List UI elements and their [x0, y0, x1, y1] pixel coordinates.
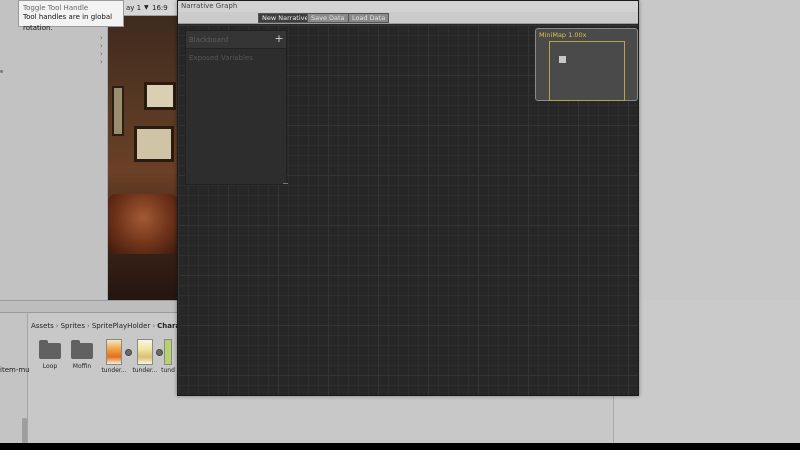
- tooltip: Toggle Tool Handle Rotation Tool handles…: [18, 0, 124, 32]
- sprite-thumbnail-icon: [137, 339, 153, 365]
- scene-certificate-frame: [144, 82, 176, 110]
- minimap[interactable]: MiniMap 1.00x: [535, 28, 638, 101]
- sprite-thumbnail-icon: [164, 339, 172, 365]
- minimap-label: MiniMap 1.00x: [539, 31, 587, 39]
- expand-arrows[interactable]: › › › ›: [100, 34, 108, 66]
- blackboard-title: Blackboard: [189, 36, 229, 44]
- empty-panel: [613, 300, 800, 443]
- scrollbar[interactable]: [22, 418, 27, 443]
- project-folder-tree: item-mu: [0, 313, 30, 443]
- sprite-thumbnail-icon: [106, 339, 122, 365]
- tooltip-title: Toggle Tool Handle Rotation: [23, 4, 89, 12]
- folder-icon: [71, 340, 93, 359]
- screen: ›››› ay 1 ▼ 16:9 Toggle Tool Handle Rota…: [0, 0, 800, 443]
- folder-tree-item[interactable]: item-mu: [0, 366, 30, 374]
- aspect-selector[interactable]: 16:9: [152, 4, 168, 12]
- breadcrumb-separator: ›: [87, 322, 90, 330]
- asset-folder[interactable]: Moffin: [64, 339, 100, 370]
- asset-sprite[interactable]: tund: [158, 339, 178, 374]
- game-view-toolbar: ay 1 ▼ 16:9: [124, 0, 178, 16]
- breadcrumb-item[interactable]: SpritePlayHolder: [92, 322, 150, 330]
- load-data-button[interactable]: Load Data: [348, 13, 390, 23]
- chevron-down-icon[interactable]: ▼: [144, 4, 149, 11]
- add-icon[interactable]: +: [274, 33, 284, 45]
- breadcrumb-item[interactable]: Sprites: [61, 322, 85, 330]
- graph-canvas[interactable]: Blackboard + Exposed Variables MiniMap 1…: [178, 25, 638, 395]
- breadcrumb-separator: ›: [55, 322, 59, 330]
- new-narrative-button[interactable]: New Narrative: [258, 13, 313, 23]
- display-selector[interactable]: ay 1: [126, 4, 141, 12]
- minimap-viewport[interactable]: [549, 41, 625, 101]
- asset-label: tund: [161, 367, 175, 374]
- asset-label: Loop: [42, 363, 58, 370]
- scene-sofa: [108, 194, 178, 254]
- hierarchy-panel: › › › ›: [0, 0, 108, 300]
- asset-label: Moffin: [72, 363, 92, 370]
- game-view[interactable]: [108, 16, 178, 300]
- window-title[interactable]: Narrative Graph: [178, 1, 638, 12]
- minimap-node: [559, 56, 566, 63]
- breadcrumb-separator: ›: [152, 322, 156, 330]
- scene-certificate-frame: [134, 126, 174, 162]
- exposed-variables-section[interactable]: Exposed Variables: [189, 54, 253, 62]
- asset-folder[interactable]: Loop: [32, 339, 68, 370]
- scene-picture-frame: [112, 86, 124, 136]
- panel-dot: [0, 70, 3, 73]
- blackboard-panel[interactable]: Blackboard + Exposed Variables: [185, 30, 288, 185]
- panel-splitter[interactable]: [0, 300, 178, 312]
- tooltip-text: Tool handles are in global rotation.: [23, 13, 113, 32]
- folder-icon: [39, 340, 61, 359]
- save-data-button[interactable]: Save Data: [307, 13, 349, 23]
- breadcrumb-item[interactable]: Assets: [31, 322, 54, 330]
- graph-toolbar: New Narrative Save Data Load Data: [178, 12, 638, 24]
- narrative-graph-window: Narrative Graph New Narrative Save Data …: [177, 0, 639, 396]
- breadcrumb: Assets › Sprites › SpritePlayHolder › Characte: [31, 322, 192, 330]
- resize-handle[interactable]: [283, 183, 288, 184]
- blackboard-header: Blackboard +: [186, 31, 286, 49]
